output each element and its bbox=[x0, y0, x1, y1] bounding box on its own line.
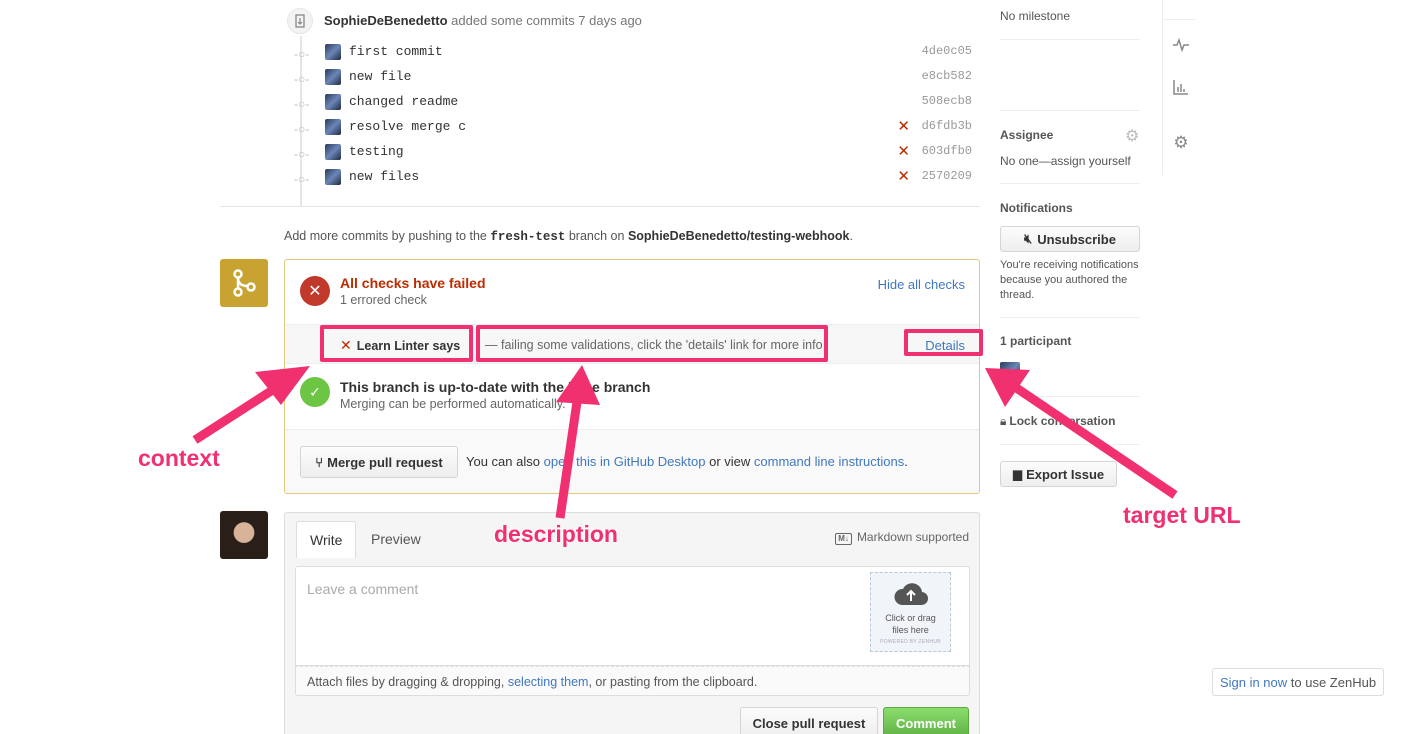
description-label: description bbox=[494, 521, 618, 547]
target-url-arrow-shaft bbox=[1009, 381, 1178, 499]
description-arrow-head bbox=[556, 365, 600, 405]
description-arrow-shaft bbox=[555, 394, 583, 519]
context-label: context bbox=[138, 445, 220, 471]
annotation-arrows bbox=[192, 365, 1178, 519]
target-url-label: target URL bbox=[1123, 502, 1241, 528]
